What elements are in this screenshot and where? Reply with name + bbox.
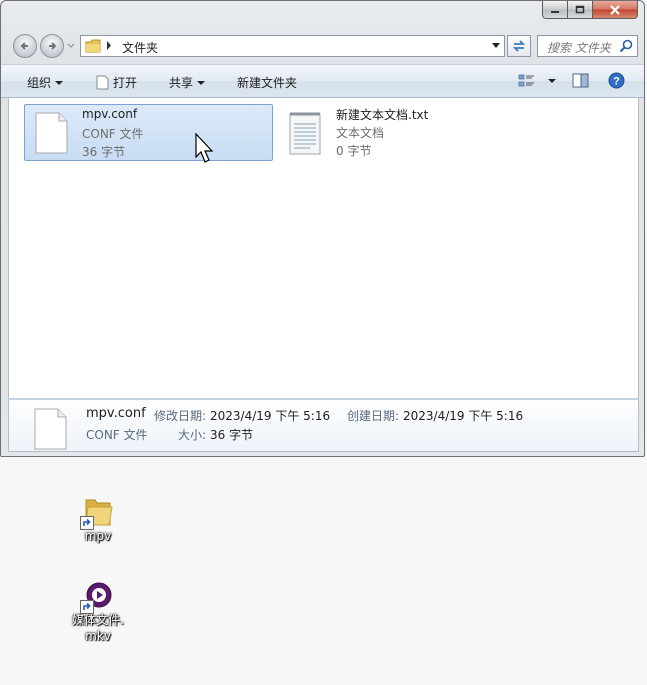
file-size: 36 字节	[82, 145, 126, 159]
breadcrumb-arrow-icon[interactable]	[106, 41, 112, 50]
open-button[interactable]: 打开	[96, 74, 137, 91]
navigation-bar: 文件夹 搜索 文件夹	[1, 31, 644, 63]
close-button[interactable]	[593, 1, 638, 19]
details-file-type: CONF 文件	[86, 428, 148, 442]
folder-icon	[85, 39, 101, 53]
shortcut-arrow-icon	[80, 516, 94, 530]
maximize-button[interactable]	[568, 1, 593, 19]
minimize-icon	[551, 10, 559, 13]
size-value: 36 字节	[210, 428, 254, 442]
share-menu-button[interactable]: 共享	[169, 74, 206, 91]
blank-file-icon	[34, 408, 67, 450]
minimize-button[interactable]	[542, 1, 568, 19]
file-item-new-text-document[interactable]: 新建文本文档.txt 文本文档 0 字节	[279, 104, 528, 161]
file-type: CONF 文件	[82, 127, 144, 141]
file-item-mpv-conf[interactable]: mpv.conf CONF 文件 36 字节	[24, 104, 273, 161]
file-name: 新建文本文档.txt	[336, 108, 429, 122]
help-icon: ?	[608, 72, 625, 89]
window-caption-buttons	[542, 1, 638, 19]
refresh-button[interactable]	[507, 35, 531, 57]
desktop-icon-mpv[interactable]: mpv	[68, 496, 128, 544]
file-type: 文本文档	[336, 126, 385, 140]
open-label: 打开	[113, 76, 138, 90]
new-folder-button[interactable]: 新建文件夹	[237, 74, 297, 91]
preview-pane-button[interactable]	[572, 73, 589, 88]
explorer-window: 文件夹 搜索 文件夹 组织 打开 共享 新建文件夹 ? mpv.conf CON…	[0, 0, 645, 457]
close-icon	[610, 4, 620, 15]
created-date-value: 2023/4/19 下午 5:16	[403, 409, 524, 423]
search-placeholder: 搜索 文件夹	[547, 41, 611, 55]
details-pane: mpv.conf 修改日期: 2023/4/19 下午 5:16 创建日期: 2…	[8, 398, 639, 452]
back-button[interactable]	[13, 34, 37, 58]
created-date-label: 创建日期:	[347, 409, 400, 423]
chevron-down-icon	[197, 80, 206, 85]
recent-pages-chevron-down-icon[interactable]	[67, 43, 75, 49]
desktop-icon-label-line1: 媒体文件.	[72, 613, 124, 627]
modified-date-value: 2023/4/19 下午 5:16	[210, 409, 331, 423]
desktop-icon-label-line2: mkv	[85, 629, 111, 643]
file-size: 0 字节	[336, 144, 372, 158]
back-arrow-icon	[20, 42, 28, 50]
view-options-icon	[518, 74, 534, 87]
view-chevron-down-icon[interactable]	[548, 79, 556, 83]
desktop-icon-label: mpv	[84, 529, 112, 543]
shortcut-arrow-icon	[80, 600, 94, 614]
organize-label: 组织	[27, 76, 52, 90]
details-file-name: mpv.conf	[86, 406, 146, 421]
file-name: mpv.conf	[82, 107, 138, 121]
svg-text:?: ?	[613, 76, 620, 88]
command-bar: 组织 打开 共享 新建文件夹 ?	[1, 64, 644, 98]
preview-pane-icon	[572, 73, 589, 88]
refresh-icon	[512, 40, 526, 52]
search-box[interactable]: 搜索 文件夹	[537, 35, 638, 57]
maximize-icon	[575, 5, 585, 14]
modified-date-label: 修改日期:	[154, 409, 207, 423]
mouse-pointer-icon	[195, 133, 214, 163]
size-label: 大小:	[178, 428, 207, 442]
help-button[interactable]: ?	[608, 72, 625, 89]
chevron-down-icon	[55, 80, 64, 85]
forward-arrow-icon	[49, 42, 57, 50]
search-icon[interactable]	[619, 39, 633, 53]
file-icon	[96, 75, 109, 90]
desktop-icon-media-file[interactable]: 媒体文件. mkv	[68, 580, 128, 644]
address-bar[interactable]: 文件夹	[80, 35, 505, 57]
file-list-area[interactable]: mpv.conf CONF 文件 36 字节 新建文本文档.txt 文本文档 0…	[8, 98, 639, 398]
new-folder-label: 新建文件夹	[237, 76, 298, 90]
address-history-chevron-down-icon[interactable]	[492, 43, 500, 48]
blank-file-icon	[35, 112, 68, 154]
change-view-button[interactable]	[518, 74, 556, 88]
share-label: 共享	[169, 76, 194, 90]
forward-button[interactable]	[40, 34, 64, 58]
breadcrumb-current-folder[interactable]: 文件夹	[122, 39, 158, 56]
text-file-icon	[289, 112, 321, 155]
organize-menu-button[interactable]: 组织	[27, 74, 64, 91]
